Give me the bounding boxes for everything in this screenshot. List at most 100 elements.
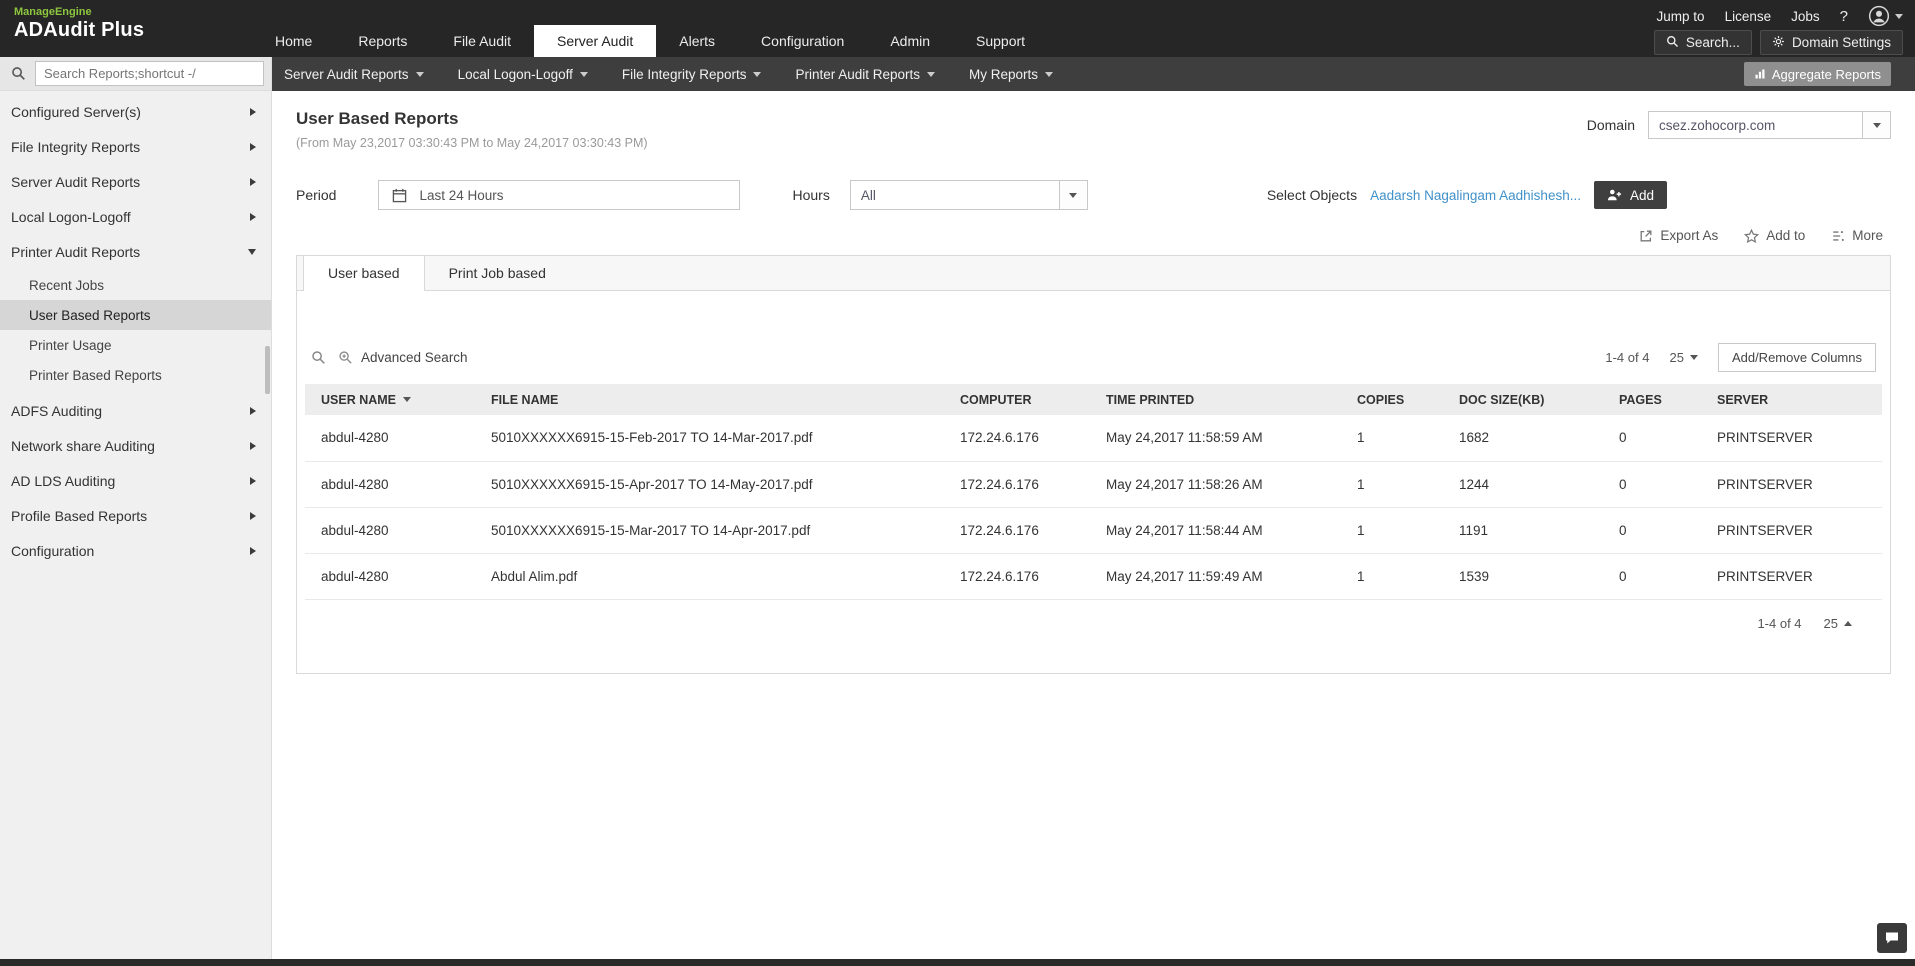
nav-tab-server-audit[interactable]: Server Audit [533,25,657,57]
sidebar-item-label: AD LDS Auditing [11,472,116,489]
add-objects-button[interactable]: Add [1593,181,1667,209]
page-size-select[interactable]: 25 [1669,350,1698,365]
sidebar-item-ad-lds-auditing[interactable]: AD LDS Auditing [0,463,271,498]
hours-select[interactable]: All [849,180,1088,210]
subnav-printer-audit-reports[interactable]: Printer Audit Reports [795,67,936,82]
help-icon[interactable]: ? [1840,8,1848,25]
sidebar-item-configured-servers[interactable]: Configured Server(s) [0,94,271,129]
subnav-label: File Integrity Reports [621,66,747,82]
more-label: More [1852,228,1883,243]
report-tabs: User based Print Job based [297,256,1890,291]
cell-time-printed: May 24,2017 11:58:44 AM [1096,507,1347,554]
column-header-computer[interactable]: COMPUTER [950,384,1096,415]
cell-computer: 172.24.6.176 [950,461,1096,508]
header-links: Jump to License Jobs ? [1657,5,1903,27]
add-to-label: Add to [1766,228,1806,243]
sidebar-item-printer-usage[interactable]: Printer Usage [0,330,271,360]
nav-tab-reports[interactable]: Reports [335,25,430,57]
column-header-time-printed[interactable]: TIME PRINTED [1096,384,1347,415]
more-button[interactable]: More [1831,228,1883,243]
cell-pages: 0 [1609,461,1707,508]
export-icon [1639,229,1653,243]
add-to-button[interactable]: Add to [1744,228,1805,243]
nav-tab-home[interactable]: Home [252,25,335,57]
manageengine-logo: ManageEngine [14,6,92,18]
sidebar-item-local-logon-logoff[interactable]: Local Logon-Logoff [0,199,271,234]
chevron-down-icon [415,71,424,77]
sidebar-scrollbar[interactable] [265,346,270,394]
column-header-user-name[interactable]: USER NAME [305,384,481,415]
jobs-link[interactable]: Jobs [1791,9,1820,24]
column-header-pages[interactable]: PAGES [1609,384,1707,415]
sidebar-item-file-integrity-reports[interactable]: File Integrity Reports [0,129,271,164]
sidebar-item-network-share-auditing[interactable]: Network share Auditing [0,428,271,463]
table-body: abdul-4280 5010XXXXXX6915-15-Feb-2017 TO… [305,415,1882,600]
chevron-right-icon [250,546,256,555]
export-as-button[interactable]: Export As [1639,228,1718,243]
report-search-input[interactable] [35,61,264,86]
column-header-copies[interactable]: COPIES [1347,384,1449,415]
column-header-file-name[interactable]: FILE NAME [481,384,950,415]
tab-user-based[interactable]: User based [303,256,425,291]
sidebar-item-recent-jobs[interactable]: Recent Jobs [0,270,271,300]
sidebar-item-configuration[interactable]: Configuration [0,533,271,568]
nav-tab-file-audit[interactable]: File Audit [430,25,534,57]
nav-tab-configuration[interactable]: Configuration [738,25,867,57]
table-row[interactable]: abdul-4280 Abdul Alim.pdf 172.24.6.176 M… [305,553,1882,600]
aggregate-reports-button[interactable]: Aggregate Reports [1743,62,1891,86]
nav-tab-admin[interactable]: Admin [867,25,953,57]
chat-widget-button[interactable] [1877,923,1907,953]
subnav-my-reports[interactable]: My Reports [969,66,1054,82]
table-row[interactable]: abdul-4280 5010XXXXXX6915-15-Mar-2017 TO… [305,507,1882,554]
column-header-doc-size[interactable]: DOC SIZE(KB) [1449,384,1609,415]
subnav-file-integrity-reports[interactable]: File Integrity Reports [622,67,762,82]
subnav-local-logon-logoff[interactable]: Local Logon-Logoff [458,67,588,82]
cell-user-name: abdul-4280 [305,507,481,554]
license-link[interactable]: License [1725,9,1772,24]
sidebar-item-label: Local Logon-Logoff [11,208,131,225]
brand: ManageEngine ADAudit Plus [0,0,252,57]
sidebar-item-printer-based-reports[interactable]: Printer Based Reports [0,360,271,390]
sort-caret-icon [403,397,412,402]
add-remove-columns-button[interactable]: Add/Remove Columns [1717,343,1876,372]
cell-time-printed: May 24,2017 11:58:26 AM [1096,461,1347,508]
chart-icon [1754,68,1766,80]
user-avatar[interactable] [1868,5,1903,27]
cell-pages: 0 [1609,507,1707,554]
sidebar-item-profile-based-reports[interactable]: Profile Based Reports [0,498,271,533]
sidebar-item-printer-audit-reports[interactable]: Printer Audit Reports [0,234,271,269]
page-size-select-bottom[interactable]: 25 [1824,616,1852,631]
sidebar-item-user-based-reports[interactable]: User Based Reports [0,300,271,330]
period-picker[interactable]: Last 24 Hours [378,180,741,210]
chevron-down-icon [1045,71,1054,77]
column-header-server[interactable]: SERVER [1707,384,1882,415]
quick-search-icon[interactable] [311,350,326,365]
sidebar-item-label: Profile Based Reports [11,507,148,524]
subnav-server-audit-reports[interactable]: Server Audit Reports [284,67,424,82]
column-label: USER NAME [321,392,397,407]
gear-icon [1772,35,1785,51]
sidebar-item-label: Configuration [11,542,95,559]
table-row[interactable]: abdul-4280 5010XXXXXX6915-15-Apr-2017 TO… [305,461,1882,508]
secondary-nav: Server Audit Reports Local Logon-Logoff … [272,57,1915,91]
nav-tab-alerts[interactable]: Alerts [656,25,738,57]
cell-computer: 172.24.6.176 [950,507,1096,554]
jump-to-link[interactable]: Jump to [1657,9,1705,24]
search-icon[interactable] [11,66,26,81]
cell-user-name: abdul-4280 [305,553,481,600]
sidebar-item-adfs-auditing[interactable]: ADFS Auditing [0,393,271,428]
content: Server Audit Reports Local Logon-Logoff … [272,57,1915,966]
table-row[interactable]: abdul-4280 5010XXXXXX6915-15-Feb-2017 TO… [305,415,1882,462]
global-search-button[interactable]: Search... [1653,30,1752,55]
chevron-right-icon [250,142,256,151]
selected-objects-link[interactable]: Aadarsh Nagalingam Aadhishesh... [1370,188,1581,203]
nav-tab-support[interactable]: Support [953,25,1048,57]
subnav-label: My Reports [969,66,1039,82]
cell-server: PRINTSERVER [1707,461,1882,508]
advanced-search-button[interactable]: Advanced Search [338,350,468,365]
cell-doc-size: 1244 [1449,461,1609,508]
domain-settings-button[interactable]: Domain Settings [1759,30,1903,55]
sidebar-item-server-audit-reports[interactable]: Server Audit Reports [0,164,271,199]
domain-select[interactable]: csez.zohocorp.com [1648,111,1891,139]
tab-print-job-based[interactable]: Print Job based [425,256,570,290]
